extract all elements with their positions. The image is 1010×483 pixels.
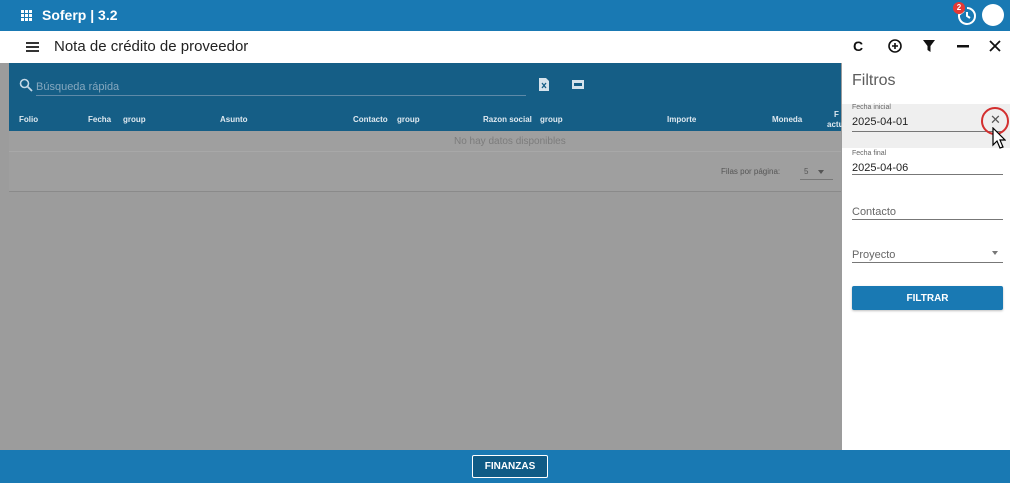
contacto-underline [852,219,1003,220]
fecha-inicial-underline [852,131,1003,132]
proyecto-underline [852,262,1003,263]
column-header-importe[interactable]: Importe [667,115,696,124]
empty-message: No hay datos disponibles [454,136,566,147]
fecha-inicial-input[interactable]: 2025-04-01 [852,116,908,128]
column-header-contacto[interactable]: Contacto [353,115,388,124]
empty-row [9,131,841,152]
proyecto-select[interactable]: Proyecto [852,249,895,261]
search-input[interactable] [36,78,526,96]
apps-grid-icon[interactable] [21,10,32,21]
notification-badge: 2 [953,2,965,14]
column-header-fecha[interactable]: Fecha [88,115,111,124]
mouse-cursor-icon [992,127,1006,149]
avatar[interactable] [982,4,1004,26]
search-icon [19,78,33,92]
filters-title: Filtros [852,72,896,89]
menu-icon[interactable] [26,42,39,52]
refresh-icon[interactable]: C [849,37,867,55]
filter-icon[interactable] [920,37,938,55]
fecha-inicial-label: Fecha inicial [852,104,891,111]
rows-per-page-underline [800,179,833,180]
rows-per-page-caret-icon[interactable] [818,170,824,174]
rows-per-page-label: Filas por página: [721,167,781,176]
column-header-partial[interactable]: actu [827,120,843,129]
column-group-label[interactable]: group [540,115,563,124]
fecha-final-label: Fecha final [852,150,887,157]
filtrar-button[interactable]: FILTRAR [852,286,1003,310]
app-title: Soferp | 3.2 [42,7,118,23]
rows-per-page-select[interactable]: 5 [804,167,808,176]
proyecto-caret-icon[interactable] [992,251,998,255]
fecha-final-underline [852,174,1003,175]
clear-icon[interactable]: ✕ [990,112,1001,128]
fecha-final-input[interactable]: 2025-04-06 [852,162,908,174]
column-header-folio[interactable]: Folio [19,115,38,124]
pdf-export-icon[interactable] [571,77,585,92]
excel-export-icon[interactable] [537,77,551,92]
column-header-partial[interactable]: F [834,110,839,119]
top-app-bar [0,0,1010,31]
finanzas-tab[interactable]: FINANZAS [472,455,548,478]
column-header-razon-social[interactable]: Razon social [483,115,532,124]
contacto-input[interactable]: Contacto [852,206,896,218]
column-header-asunto[interactable]: Asunto [220,115,248,124]
close-icon[interactable] [986,37,1004,55]
add-icon[interactable] [886,37,904,55]
page-title: Nota de crédito de proveedor [54,38,249,55]
column-group-label[interactable]: group [123,115,146,124]
column-group-label[interactable]: group [397,115,420,124]
column-header-moneda[interactable]: Moneda [772,115,802,124]
minimize-icon[interactable] [954,37,972,55]
